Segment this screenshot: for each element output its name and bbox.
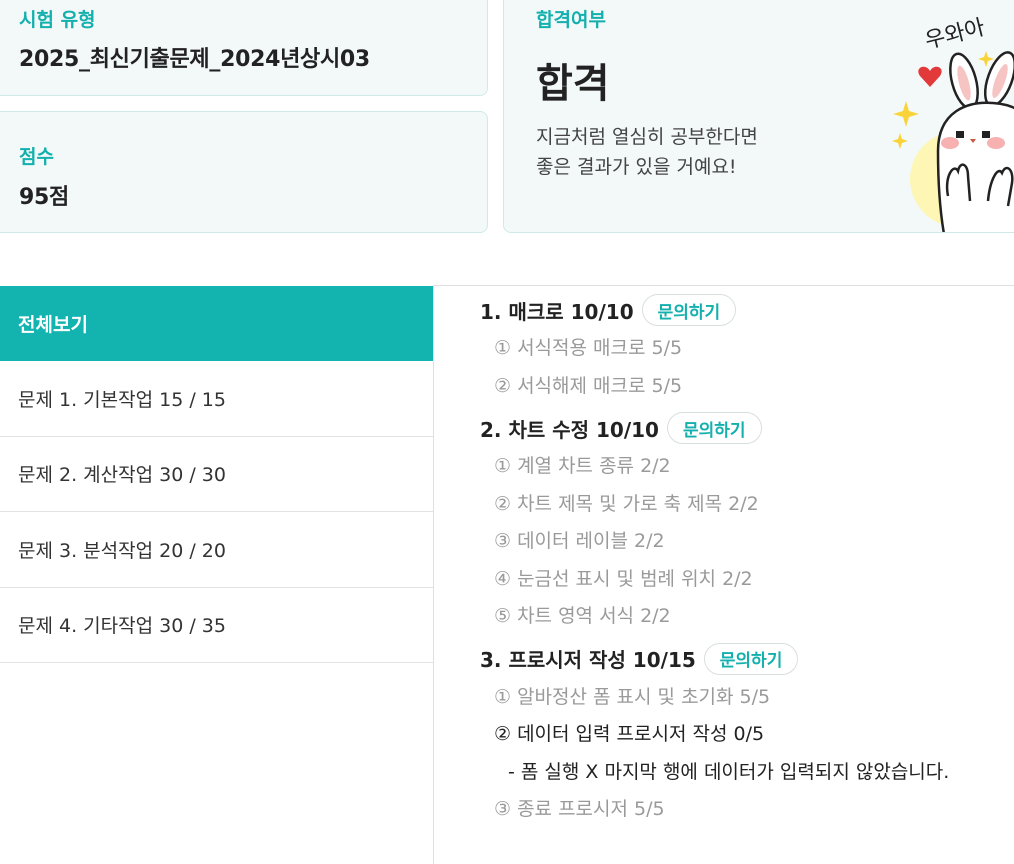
section-title: 3. 프로시저 작성 10/15 [480,648,696,672]
section-macro: 1. 매크로 10/10 문의하기 ① 서식적용 매크로 5/5 ② 서식해제 … [480,292,1014,403]
result-value: 합격 [536,61,610,107]
score-card: 점수 95점 [0,111,488,233]
section-title: 2. 차트 수정 10/10 [480,417,659,442]
score-detail-panel: 1. 매크로 10/10 문의하기 ① 서식적용 매크로 5/5 ② 서식해제 … [480,292,1014,834]
section-item-feedback: - 폼 실행 X 마지막 행에 데이터가 입력되지 않았습니다. [508,760,950,783]
section-item: ① 알바정산 폼 표시 및 초기화 5/5 [494,685,771,708]
nav-item-problem-1[interactable]: 문제 1. 기본작업 15 / 15 [0,361,433,437]
section-item: ① 서식적용 매크로 5/5 [494,337,683,360]
section-item: ③ 데이터 레이블 2/2 [494,530,665,553]
result-card: 합격여부 합격 지금처럼 열심히 공부한다면 좋은 결과가 있을 거예요! 우와… [503,0,1014,233]
nav-vertical-divider [433,286,434,864]
section-header: 1. 매크로 10/10 문의하기 [480,292,1014,328]
nav-item-problem-2[interactable]: 문제 2. 계산작업 30 / 30 [0,437,433,512]
exam-type-label: 시험 유형 [19,9,96,31]
section-item-failed: ② 데이터 입력 프로시저 작성 0/5 [494,723,765,746]
section-procedure: 3. 프로시저 작성 10/15 문의하기 ① 알바정산 폼 표시 및 초기화 … [480,641,1014,827]
section-title: 1. 매크로 10/10 [480,299,634,324]
exam-type-value: 2025_최신기출문제_2024년상시03 [19,47,370,72]
result-message-line2: 좋은 결과가 있을 거예요! [536,156,737,178]
section-item: ③ 종료 프로시저 5/5 [494,798,665,821]
section-item: ④ 눈금선 표시 및 범례 위치 2/2 [494,567,753,590]
nav-item-problem-3[interactable]: 문제 3. 분석작업 20 / 20 [0,512,433,588]
score-label: 점수 [19,146,54,168]
section-item: ① 계열 차트 종류 2/2 [494,455,671,478]
nav-item-all[interactable]: 전체보기 [0,286,433,361]
section-item: ② 서식해제 매크로 5/5 [494,374,683,397]
inquiry-button[interactable]: 문의하기 [703,642,799,675]
bunny-mascot-illustration: 우와아 [892,15,1014,232]
section-chart-edit: 2. 차트 수정 10/10 문의하기 ① 계열 차트 종류 2/2 ② 차트 … [480,410,1014,634]
result-message: 지금처럼 열심히 공부한다면 좋은 결과가 있을 거예요! [536,122,758,182]
problem-nav: 전체보기 문제 1. 기본작업 15 / 15 문제 2. 계산작업 30 / … [0,286,433,663]
section-header: 3. 프로시저 작성 10/15 문의하기 [480,641,1014,677]
content-top-divider [433,285,1014,286]
exam-type-card: 시험 유형 2025_최신기출문제_2024년상시03 [0,0,488,96]
nav-item-problem-4[interactable]: 문제 4. 기타작업 30 / 35 [0,588,433,663]
mascot-text: 우와아 [923,15,988,54]
result-label: 합격여부 [536,9,606,31]
inquiry-button[interactable]: 문의하기 [641,294,737,326]
inquiry-button[interactable]: 문의하기 [666,412,762,444]
section-item: ② 차트 제목 및 가로 축 제목 2/2 [494,492,759,515]
section-header: 2. 차트 수정 10/10 문의하기 [480,410,1014,446]
score-value: 95점 [19,185,69,210]
section-item: ⑤ 차트 영역 서식 2/2 [494,605,671,628]
result-message-line1: 지금처럼 열심히 공부한다면 [536,126,758,148]
